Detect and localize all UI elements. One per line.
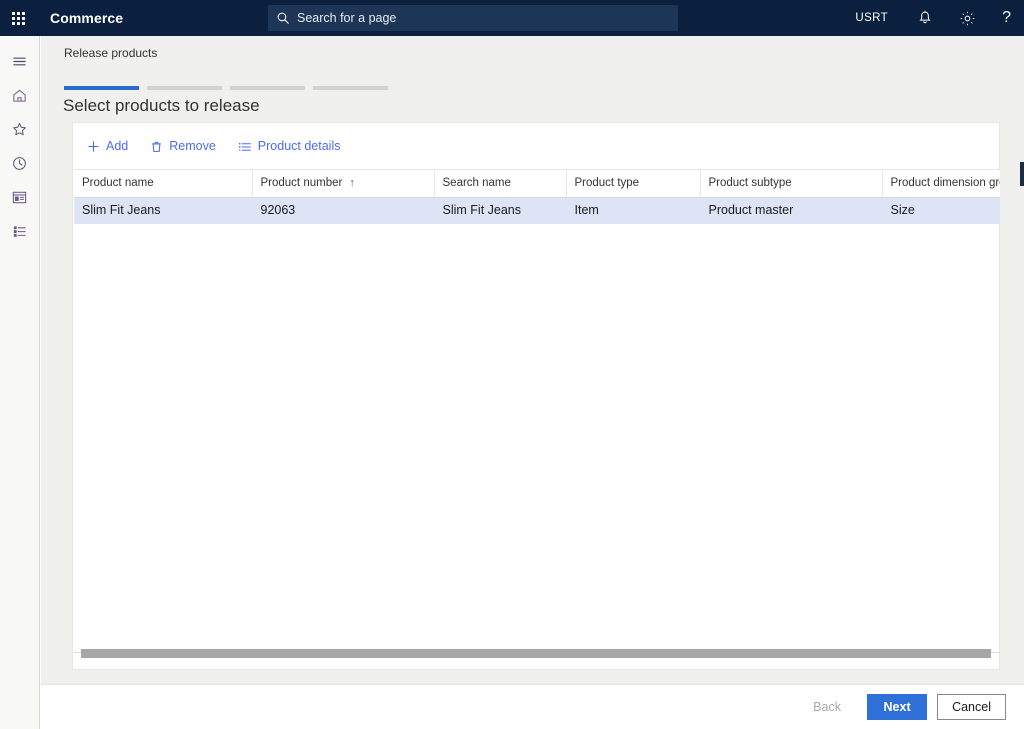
sidebar-item-modules[interactable] (0, 214, 40, 248)
add-button-label: Add (106, 139, 128, 153)
search-icon (276, 11, 290, 25)
cell-search-name[interactable]: Slim Fit Jeans (434, 197, 566, 223)
help-button[interactable]: ? (989, 0, 1024, 36)
column-label: Product subtype (709, 177, 792, 189)
next-button[interactable]: Next (867, 694, 927, 720)
sidebar-item-home[interactable] (0, 78, 40, 112)
workspaces-icon (11, 189, 28, 206)
sidebar-item-recent[interactable] (0, 146, 40, 180)
trash-icon (150, 140, 163, 153)
products-table: Product name Product number ↑ Search name… (74, 170, 1000, 224)
wizard-progress-indicator (64, 86, 388, 90)
page-content-area: Release products Select products to rele… (41, 36, 1024, 729)
gear-icon (959, 10, 976, 27)
grid-toolbar: Add Remove (73, 123, 999, 169)
column-header-search-name[interactable]: Search name (434, 170, 566, 197)
breadcrumb[interactable]: Release products (64, 46, 157, 60)
sidebar-item-favorites[interactable] (0, 112, 40, 146)
wizard-step-3[interactable] (230, 86, 305, 90)
column-header-product-dimension-group[interactable]: Product dimension group (882, 170, 1000, 197)
search-placeholder-text: Search for a page (297, 11, 396, 25)
vertical-scrollbar-thumb[interactable] (1020, 162, 1024, 186)
cell-product-name[interactable]: Slim Fit Jeans (74, 197, 252, 223)
cell-product-type[interactable]: Item (566, 197, 700, 223)
product-details-button[interactable]: Product details (229, 134, 350, 158)
remove-button-label: Remove (169, 139, 216, 153)
header-right-actions: USRT ? (842, 0, 1024, 36)
left-navigation-sidebar (0, 36, 40, 729)
modules-icon (11, 223, 28, 240)
settings-button[interactable] (946, 0, 989, 36)
column-label: Product type (575, 177, 640, 189)
wizard-step-2[interactable] (147, 86, 222, 90)
back-button[interactable]: Back (797, 694, 857, 720)
wizard-step-4[interactable] (313, 86, 388, 90)
cancel-button[interactable]: Cancel (937, 694, 1006, 720)
column-header-product-name[interactable]: Product name (74, 170, 252, 197)
horizontal-scrollbar-thumb[interactable] (81, 649, 991, 658)
sort-ascending-icon: ↑ (349, 177, 355, 189)
details-list-icon (238, 140, 252, 153)
plus-icon (87, 140, 100, 153)
company-selector[interactable]: USRT (842, 0, 904, 36)
wizard-footer: Back Next Cancel (41, 684, 1024, 729)
product-details-button-label: Product details (258, 139, 341, 153)
column-label: Search name (443, 177, 511, 189)
cell-product-number[interactable]: 92063 (252, 197, 434, 223)
bell-icon (917, 10, 933, 26)
add-button[interactable]: Add (78, 134, 137, 158)
column-label: Product dimension group (891, 177, 1001, 189)
cell-product-dimension-group[interactable]: Size (882, 197, 1000, 223)
column-label: Product name (82, 177, 154, 189)
table-row[interactable]: Slim Fit Jeans 92063 Slim Fit Jeans Item… (74, 197, 1000, 223)
notifications-button[interactable] (904, 0, 946, 36)
waffle-grid-icon[interactable] (0, 0, 36, 36)
wizard-step-1[interactable] (64, 86, 139, 90)
app-brand-title[interactable]: Commerce (50, 10, 123, 26)
help-icon: ? (1002, 10, 1011, 26)
star-icon (11, 121, 28, 138)
column-header-product-subtype[interactable]: Product subtype (700, 170, 882, 197)
page-title: Select products to release (63, 96, 260, 116)
column-header-product-number[interactable]: Product number ↑ (252, 170, 434, 197)
cell-product-subtype[interactable]: Product master (700, 197, 882, 223)
home-icon (11, 87, 28, 104)
column-label: Product number (261, 177, 343, 189)
column-header-product-type[interactable]: Product type (566, 170, 700, 197)
sidebar-item-workspaces[interactable] (0, 180, 40, 214)
table-header-row: Product name Product number ↑ Search name… (74, 170, 1000, 197)
products-card: Add Remove (72, 122, 1000, 670)
remove-button[interactable]: Remove (141, 134, 225, 158)
top-header-bar: Commerce Search for a page USRT (0, 0, 1024, 36)
clock-icon (11, 155, 28, 172)
hamburger-menu-icon (11, 53, 28, 70)
products-grid: Product name Product number ↑ Search name… (74, 169, 1000, 652)
horizontal-scrollbar-track[interactable] (76, 653, 998, 664)
search-input[interactable]: Search for a page (268, 5, 678, 31)
sidebar-item-hamburger[interactable] (0, 44, 40, 78)
